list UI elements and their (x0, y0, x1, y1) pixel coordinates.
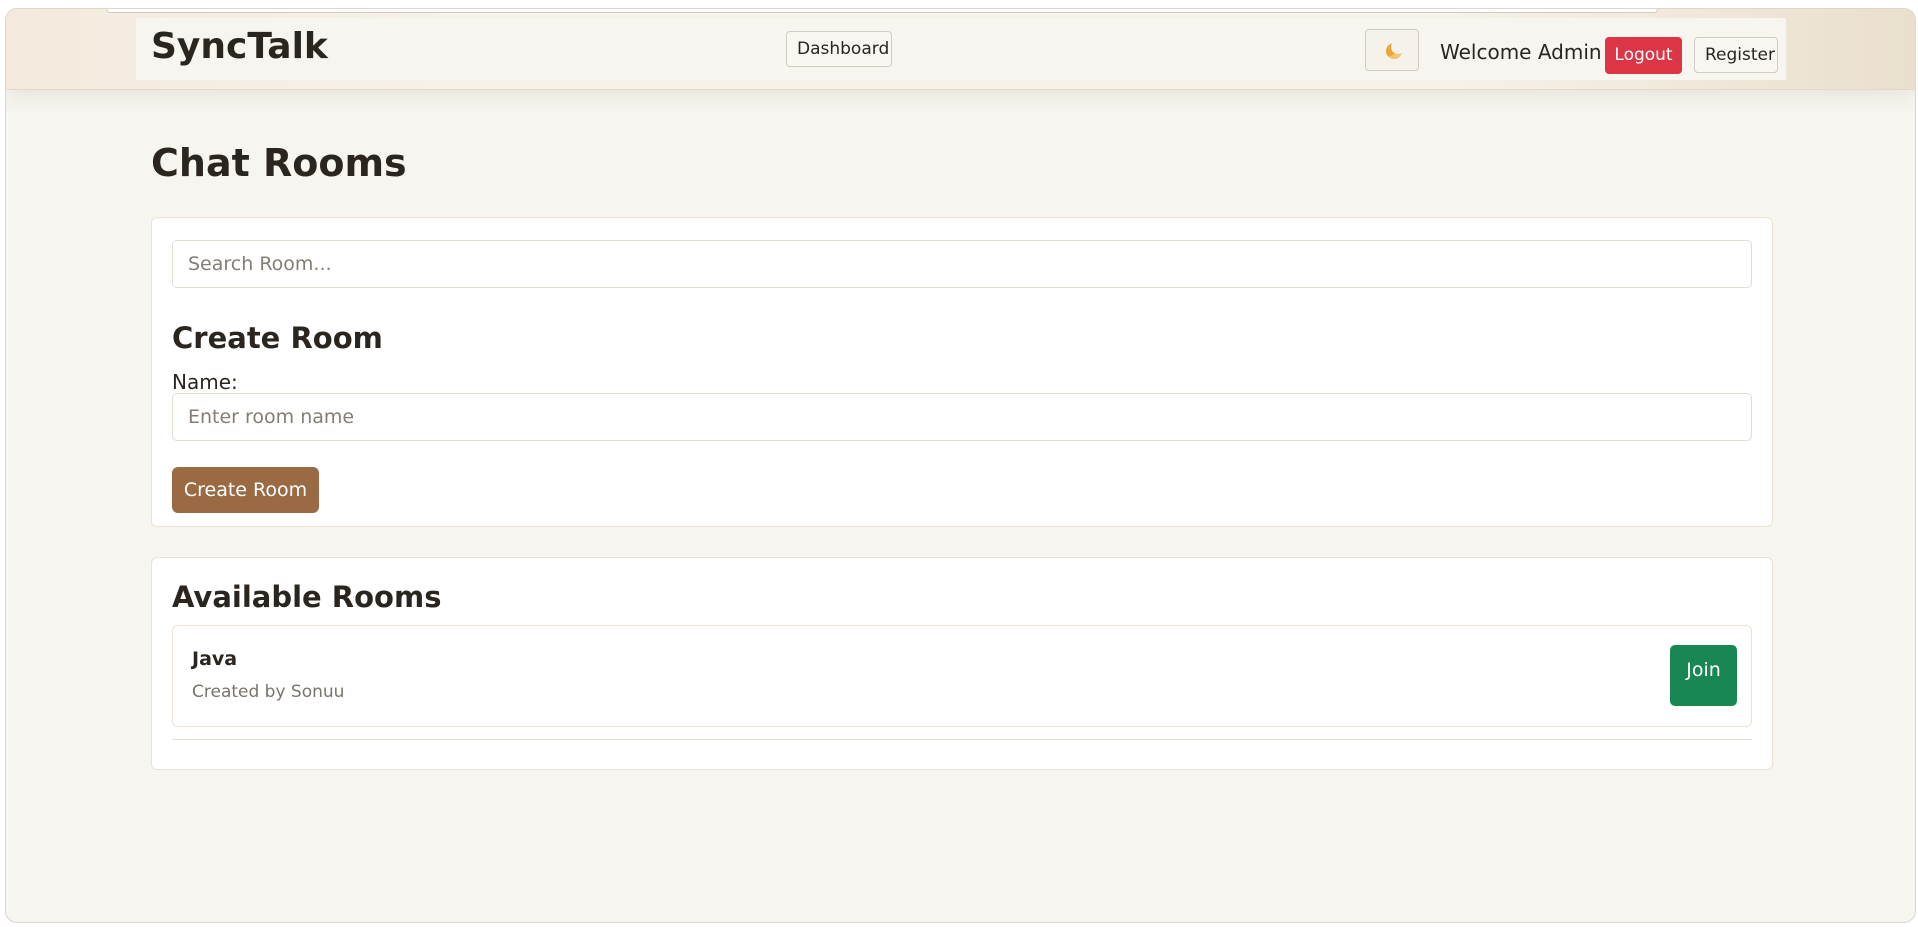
welcome-text: Welcome Admin (1440, 40, 1602, 64)
create-room-title: Create Room (172, 321, 383, 355)
register-button[interactable]: Register (1694, 37, 1778, 73)
create-room-card: Search Room... Create Room Name: Enter r… (151, 217, 1773, 527)
theme-toggle-button[interactable] (1365, 29, 1419, 71)
room-creator: Created by Sonuu (192, 682, 345, 702)
page-title: Chat Rooms (151, 141, 407, 185)
dashboard-button[interactable]: Dashboard (786, 31, 892, 67)
search-input[interactable]: Search Room... (172, 240, 1752, 288)
room-name-input[interactable]: Enter room name (172, 393, 1752, 441)
name-label: Name: (172, 370, 238, 394)
join-room-button[interactable]: Join (1670, 645, 1737, 706)
create-room-button[interactable]: Create Room (172, 467, 319, 513)
brand-logo[interactable]: SyncTalk (151, 26, 328, 67)
available-rooms-card: Available Rooms Java Created by Sonuu Jo… (151, 557, 1773, 770)
browser-window: SyncTalk Dashboard Welcome Admin Logout … (5, 8, 1916, 923)
window-top-edge (106, 9, 1658, 13)
list-divider (172, 739, 1752, 740)
room-list-item: Java Created by Sonuu Join (172, 625, 1752, 727)
available-rooms-title: Available Rooms (172, 580, 442, 614)
navbar: SyncTalk Dashboard Welcome Admin Logout … (136, 18, 1786, 80)
room-name: Java (192, 648, 238, 670)
logout-button[interactable]: Logout (1605, 37, 1682, 74)
moon-icon-shadow (1391, 40, 1405, 54)
